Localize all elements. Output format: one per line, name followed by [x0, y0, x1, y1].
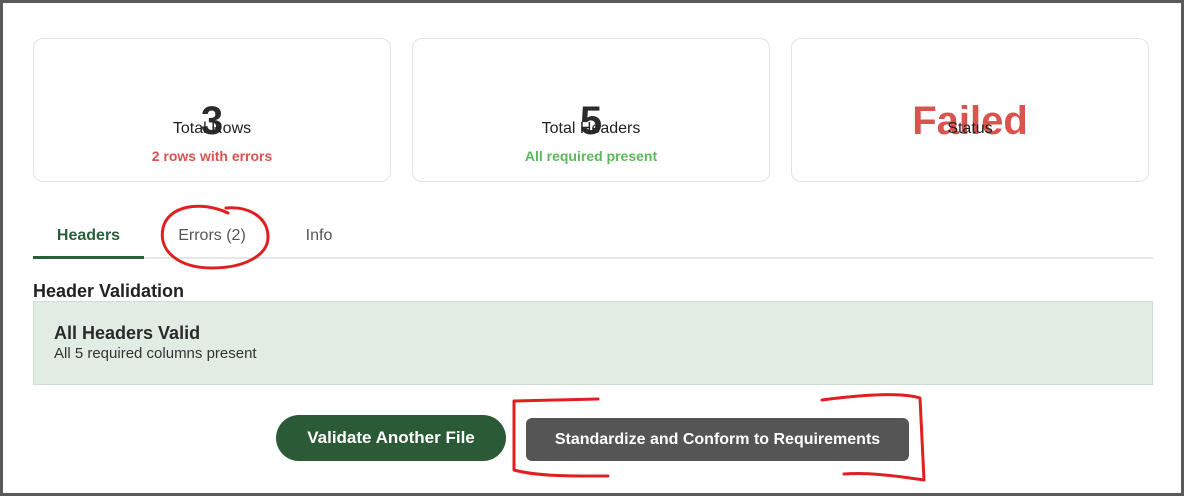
- status-card: Failed Status: [791, 38, 1149, 182]
- tab-errors[interactable]: Errors (2): [164, 212, 260, 259]
- total-headers-card: 5 Total Headers All required present: [412, 38, 770, 182]
- rows-error-note: 2 rows with errors: [151, 148, 273, 164]
- total-rows-label: Total Rows: [172, 120, 252, 137]
- validate-another-file-button[interactable]: Validate Another File: [276, 415, 506, 461]
- tab-info[interactable]: Info: [289, 212, 349, 259]
- alert-text: All 5 required columns present: [54, 345, 257, 362]
- section-title: Header Validation: [33, 281, 185, 301]
- total-headers-label: Total Headers: [541, 120, 641, 137]
- tab-headers[interactable]: Headers: [33, 212, 144, 259]
- standardize-button[interactable]: Standardize and Conform to Requirements: [526, 418, 909, 461]
- summary-cards: 3 Total Rows 2 rows with errors 5 Total …: [33, 38, 1149, 182]
- status-label: Status: [947, 120, 993, 137]
- headers-valid-alert: All Headers Valid All 5 required columns…: [33, 301, 1153, 385]
- headers-ok-note: All required present: [524, 148, 658, 164]
- alert-title: All Headers Valid: [54, 323, 201, 343]
- result-tabs: Headers Errors (2) Info: [33, 212, 1153, 259]
- total-rows-card: 3 Total Rows 2 rows with errors: [33, 38, 391, 182]
